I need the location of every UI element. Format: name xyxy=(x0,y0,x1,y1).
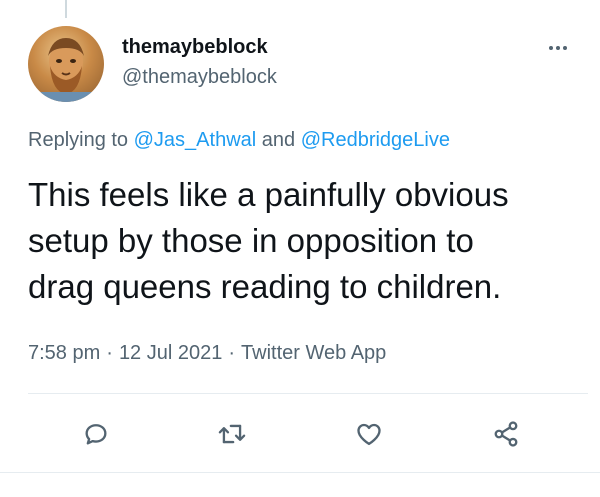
tweet-time[interactable]: 7:58 pm xyxy=(28,342,100,364)
tweet-text-line: drag queens reading to children. xyxy=(28,268,502,305)
tweet-date[interactable]: 12 Jul 2021 xyxy=(119,342,222,364)
user-handle[interactable]: @themaybeblock xyxy=(122,66,277,89)
tweet-actions-bar xyxy=(28,400,588,464)
tweet-source[interactable]: Twitter Web App xyxy=(241,342,386,364)
share-icon xyxy=(494,421,518,447)
tweet-text-line: This feels like a painfully obvious xyxy=(28,176,509,213)
tweet-text: This feels like a painfully obvious setu… xyxy=(28,172,588,310)
retweet-icon xyxy=(218,424,246,444)
replying-to-line: Replying to @Jas_Athwal and @RedbridgeLi… xyxy=(28,129,450,152)
meta-separator: · xyxy=(106,342,113,364)
like-button[interactable] xyxy=(353,418,385,450)
reply-icon xyxy=(85,424,107,445)
avatar-portrait-image xyxy=(28,38,104,102)
like-heart-icon xyxy=(357,423,381,446)
thread-connector-line xyxy=(65,0,67,18)
reply-button[interactable] xyxy=(80,418,112,450)
retweet-button[interactable] xyxy=(216,418,248,450)
avatar[interactable] xyxy=(28,26,104,102)
tweet-text-line: setup by those in opposition to xyxy=(28,222,474,259)
tweet-metadata: 7:58 pm · 12 Jul 2021 · Twitter Web App xyxy=(28,342,386,365)
share-button[interactable] xyxy=(490,418,522,450)
replying-joiner: and xyxy=(261,129,296,151)
mention-link[interactable]: @Jas_Athwal xyxy=(134,129,257,151)
divider xyxy=(28,393,588,394)
more-dots-icon[interactable] xyxy=(540,38,576,58)
tweet-header: themaybeblock @themaybeblock xyxy=(0,24,600,104)
meta-separator: · xyxy=(228,342,236,364)
display-name[interactable]: themaybeblock xyxy=(122,36,268,59)
bottom-border xyxy=(0,472,600,473)
mention-link[interactable]: @RedbridgeLive xyxy=(301,129,450,151)
replying-to-label: Replying to xyxy=(28,129,129,151)
